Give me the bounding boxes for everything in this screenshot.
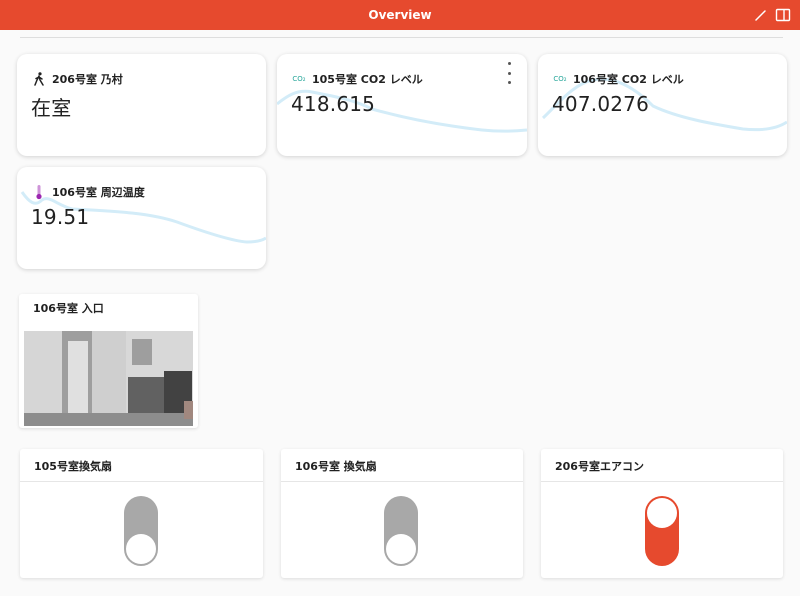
co2-icon: CO₂ [553,75,567,83]
top-app-bar: Overview [0,0,800,30]
co2-value: 407.0276 [552,92,650,116]
thermometer-icon [31,184,47,200]
card-title: 106号室 CO2 レベル [573,73,684,86]
fan-toggle-106[interactable] [384,496,418,566]
card-title: 206号室エアコン [555,460,644,473]
fan-toggle-105[interactable] [124,496,158,566]
card-title: 105号室換気扇 [34,460,112,473]
divider [20,37,783,38]
divider [541,481,783,482]
sidebar-toggle-icon[interactable] [774,6,792,24]
page-title: Overview [368,8,432,22]
temperature-card[interactable]: 106号室 周辺温度 19.51 [17,167,266,269]
switch-card-105-fan[interactable]: 105号室換気扇 [20,449,263,578]
card-title: 106号室 周辺温度 [52,186,145,199]
presence-card[interactable]: 206号室 乃村 在室 [17,54,266,156]
card-title: 106号室 換気扇 [295,460,377,473]
toggle-knob [126,534,156,564]
toggle-knob [386,534,416,564]
camera-feed[interactable] [24,331,193,426]
more-options-icon[interactable] [503,62,515,84]
co2-card-106[interactable]: CO₂ 106号室 CO2 レベル 407.0276 [538,54,787,156]
divider [20,481,263,482]
toggle-knob [647,498,677,528]
card-title: 206号室 乃村 [52,73,123,86]
co2-icon: CO₂ [292,75,306,83]
switch-card-106-fan[interactable]: 106号室 換気扇 [281,449,523,578]
walking-person-icon [31,71,47,87]
pencil-icon[interactable] [752,6,770,24]
presence-value: 在室 [31,96,72,120]
co2-value: 418.615 [291,92,376,116]
camera-card[interactable]: 106号室 入口 [19,294,198,428]
card-title: 106号室 入口 [33,302,104,315]
aircon-toggle-206[interactable] [645,496,679,566]
temperature-value: 19.51 [31,205,90,229]
card-title: 105号室 CO2 レベル [312,73,423,86]
divider [281,481,523,482]
switch-card-206-aircon[interactable]: 206号室エアコン [541,449,783,578]
co2-card-105[interactable]: CO₂ 105号室 CO2 レベル 418.615 [277,54,527,156]
